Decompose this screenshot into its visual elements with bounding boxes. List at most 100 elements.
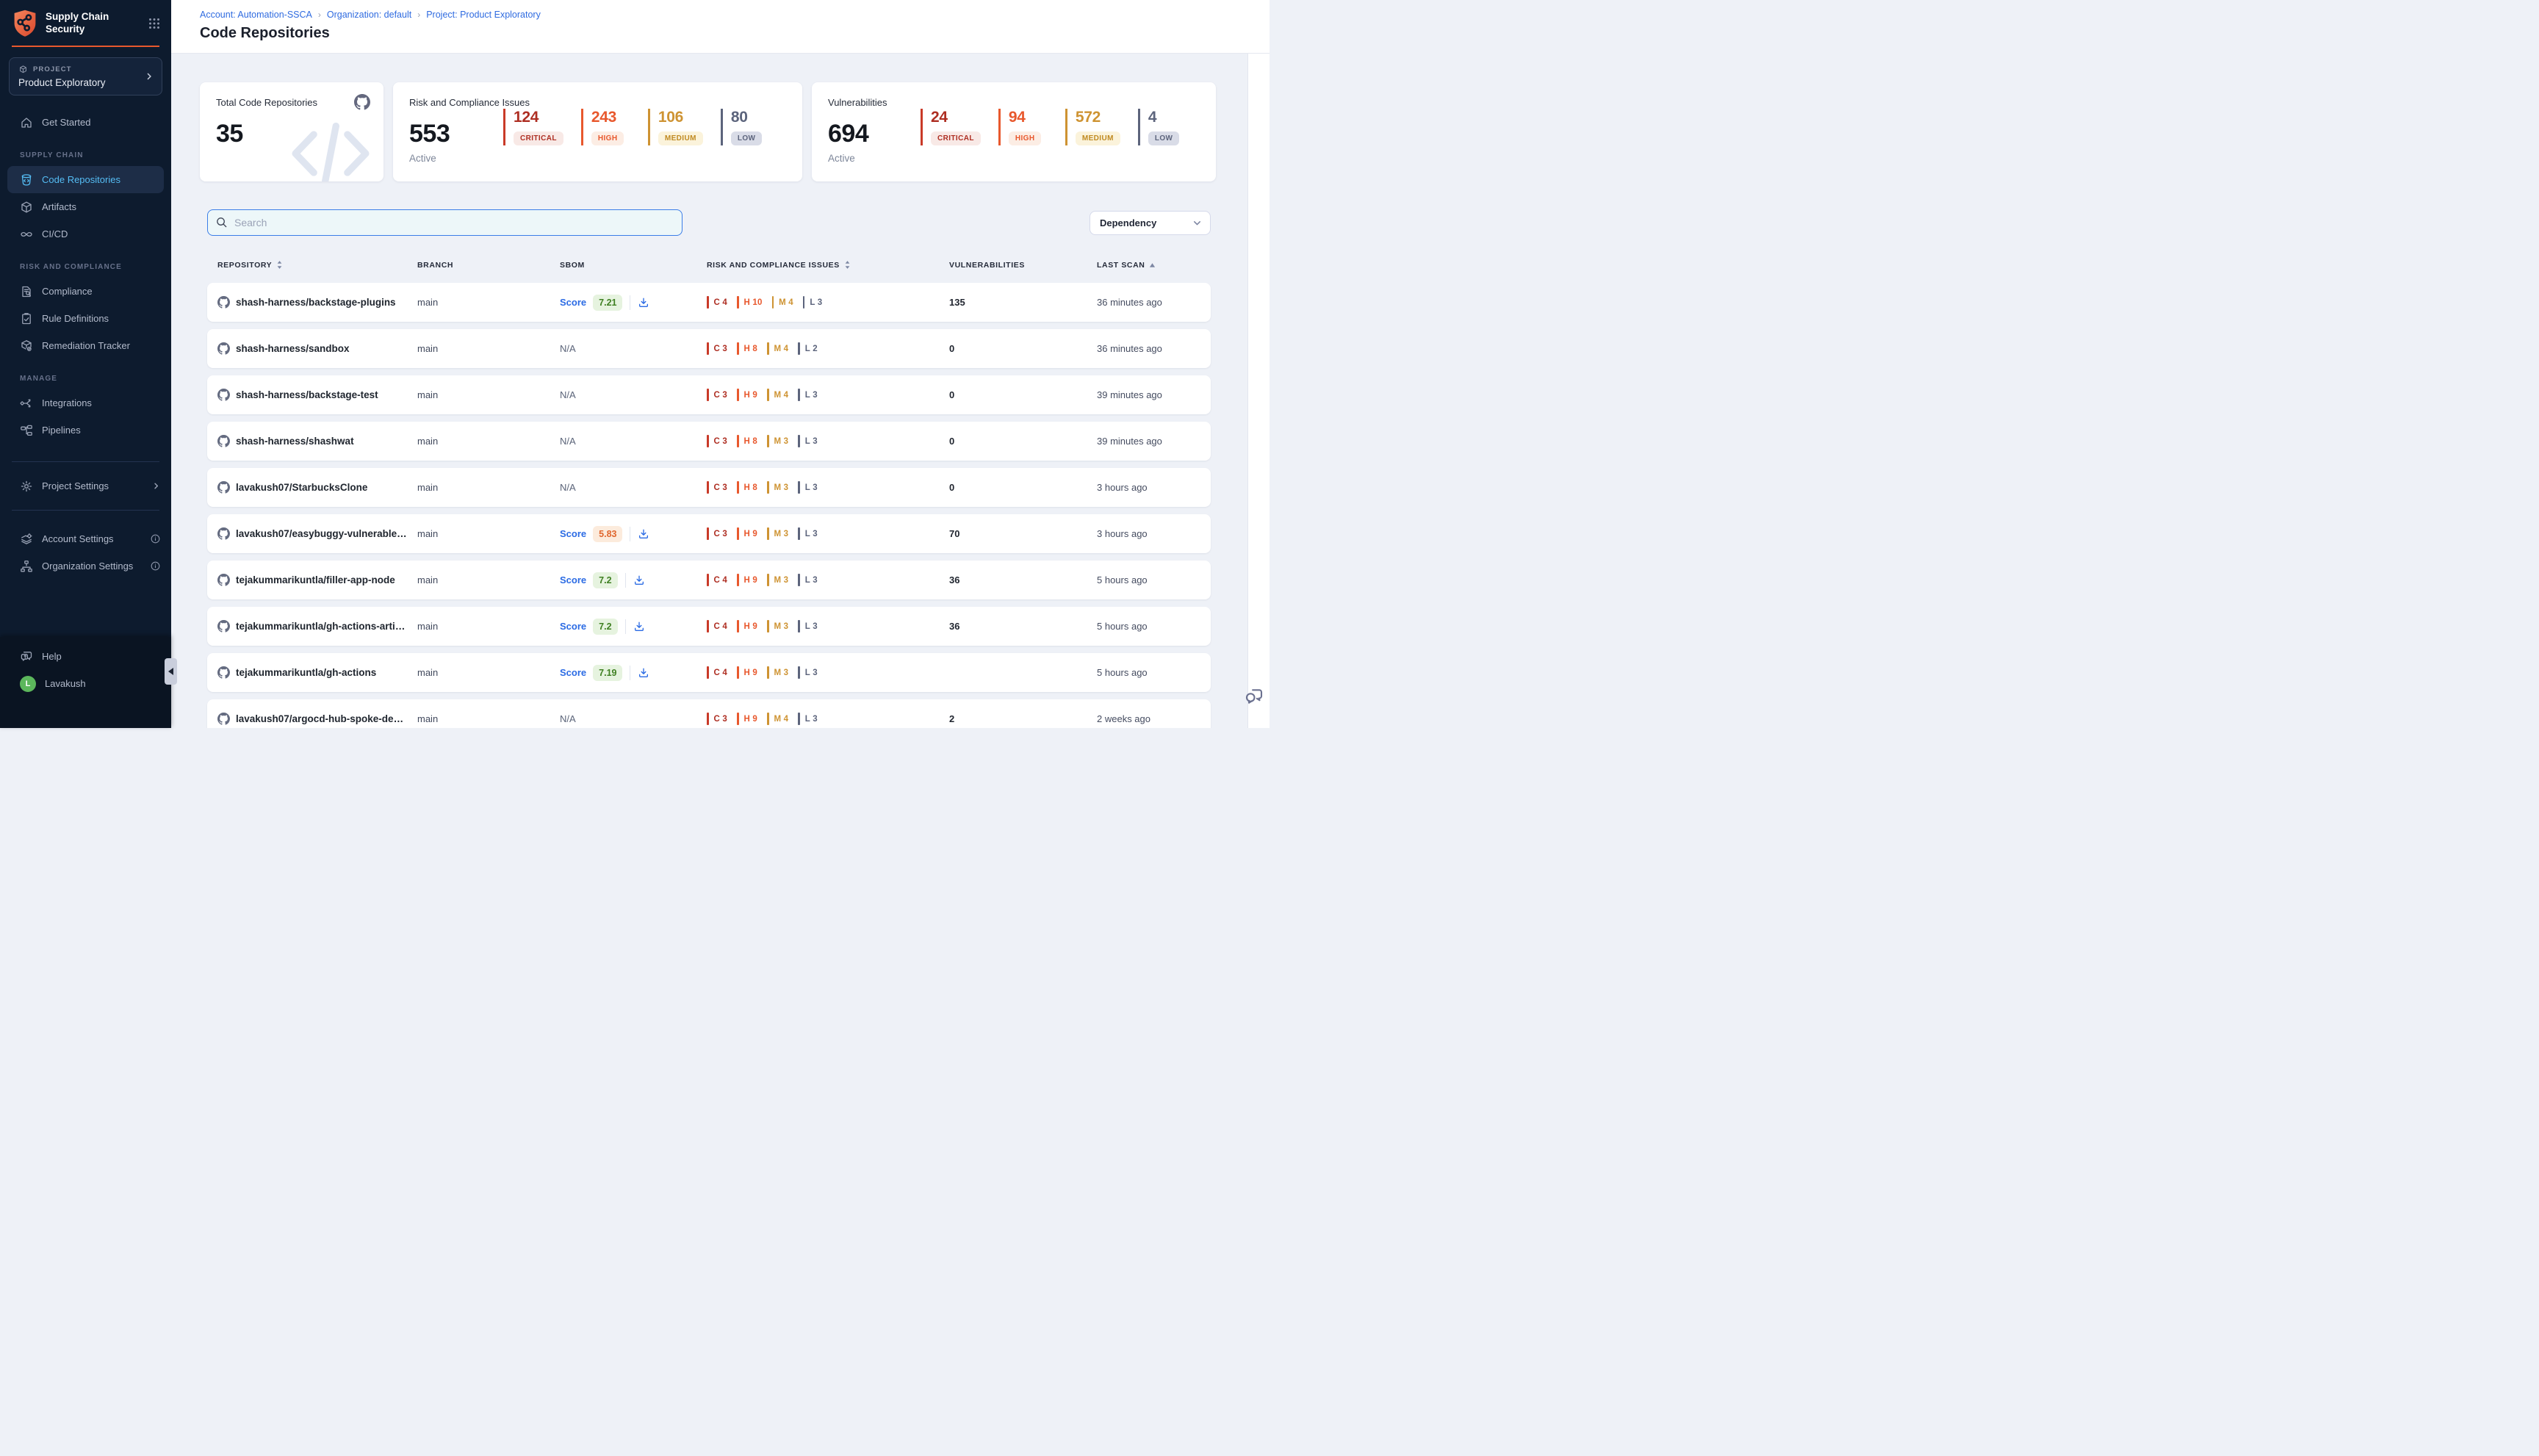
risk-chip-low: L 3 <box>803 296 823 309</box>
breadcrumb-organization-link[interactable]: Organization: default <box>327 10 411 20</box>
sidebar-item-label: CI/CD <box>42 228 68 239</box>
repo-name[interactable]: tejakummarikuntla/gh-actions <box>236 667 376 678</box>
sbom-score-link[interactable]: Score <box>560 297 586 308</box>
help-button[interactable]: Help <box>0 643 171 670</box>
download-sbom-icon[interactable] <box>638 667 649 679</box>
sbom-score-link[interactable]: Score <box>560 621 586 632</box>
column-header-repository[interactable]: REPOSITORY <box>217 260 417 270</box>
code-watermark-icon <box>284 115 378 181</box>
repo-name[interactable]: lavakush07/argocd-hub-spoke-demo <box>236 713 407 724</box>
repo-name[interactable]: lavakush07/StarbucksClone <box>236 482 367 493</box>
severity-label-badge: LOW <box>731 131 763 145</box>
risk-chip-critical: C 3 <box>707 389 727 401</box>
info-icon[interactable] <box>150 561 161 572</box>
last-scan-cell: 2 weeks ago <box>1097 713 1200 724</box>
repo-name[interactable]: shash-harness/backstage-plugins <box>236 297 396 308</box>
chevron-right-icon <box>144 71 154 82</box>
repo-name[interactable]: shash-harness/sandbox <box>236 343 350 354</box>
chat-bubbles-icon[interactable] <box>1243 685 1265 707</box>
sidebar-collapse-handle[interactable] <box>165 658 177 685</box>
risk-chip-medium: M 4 <box>767 389 788 401</box>
repo-name[interactable]: shash-harness/shashwat <box>236 436 354 447</box>
last-scan-cell: 36 minutes ago <box>1097 297 1200 308</box>
table-row[interactable]: lavakush07/easybuggy-vulnerable-app...ma… <box>207 514 1211 553</box>
sidebar-item-rule-definitions[interactable]: Rule Definitions <box>0 305 171 332</box>
risk-chip-critical: C 4 <box>707 574 727 586</box>
column-header-branch[interactable]: BRANCH <box>417 261 560 270</box>
table-row[interactable]: tejakummarikuntla/filler-app-nodemainSco… <box>207 561 1211 599</box>
dependency-filter-dropdown[interactable]: Dependency <box>1090 211 1211 235</box>
vulnerabilities-card: Vulnerabilities 694 Active 24CRITICAL94H… <box>812 82 1216 181</box>
help-chat-icon <box>20 650 33 663</box>
repo-name[interactable]: lavakush07/easybuggy-vulnerable-app... <box>236 528 407 539</box>
repo-name[interactable]: tejakummarikuntla/gh-actions-artifacts <box>236 621 407 632</box>
sbom-na: N/A <box>560 713 576 724</box>
table-row[interactable]: shash-harness/backstage-testmainN/AC 3H … <box>207 375 1211 414</box>
table-row[interactable]: shash-harness/backstage-plugins mainScore… <box>207 283 1211 322</box>
risk-severity-tiles: 124CRITICAL243HIGH106MEDIUM80LOW <box>503 109 788 145</box>
sbom-score-link[interactable]: Score <box>560 667 586 678</box>
sidebar-item-label: Code Repositories <box>42 174 120 185</box>
compliance-icon <box>20 285 33 298</box>
sidebar-item-remediation-tracker[interactable]: Remediation Tracker <box>0 332 171 359</box>
sbom-score-link[interactable]: Score <box>560 574 586 585</box>
code-repo-icon <box>20 173 33 187</box>
sidebar-item-ci-cd[interactable]: CI/CD <box>0 220 171 248</box>
sbom-score-link[interactable]: Score <box>560 528 586 539</box>
sbom-score-badge: 7.21 <box>593 295 622 311</box>
org-chart-icon <box>20 560 33 573</box>
download-sbom-icon[interactable] <box>638 528 649 540</box>
column-header-last-scan[interactable]: LAST SCAN <box>1097 261 1200 270</box>
sidebar-item-compliance[interactable]: Compliance <box>0 278 171 305</box>
download-sbom-icon[interactable] <box>633 621 645 633</box>
breadcrumb-account-link[interactable]: Account: Automation-SSCA <box>200 10 312 20</box>
severity-tile-critical: 124CRITICAL <box>503 109 563 145</box>
divider <box>12 461 159 462</box>
github-icon <box>217 666 230 679</box>
repo-name[interactable]: shash-harness/backstage-test <box>236 389 378 400</box>
download-sbom-icon[interactable] <box>633 574 645 586</box>
column-header-vulnerabilities[interactable]: VULNERABILITIES <box>949 261 1097 270</box>
repo-cell: lavakush07/StarbucksClone <box>217 481 417 494</box>
risk-chip-medium: M 3 <box>767 574 788 586</box>
sidebar-item-pipelines[interactable]: Pipelines <box>0 417 171 444</box>
branch-cell: main <box>417 621 560 632</box>
column-header-risk[interactable]: RISK AND COMPLIANCE ISSUES <box>707 260 949 270</box>
search-input[interactable] <box>207 209 683 236</box>
avatar: L <box>20 676 36 692</box>
project-label: PROJECT <box>33 65 72 73</box>
active-label: Active <box>409 153 786 164</box>
table-row[interactable]: shash-harness/shashwatmainN/AC 3H 8M 3L … <box>207 422 1211 461</box>
chevron-down-icon <box>1192 217 1203 228</box>
repo-name[interactable]: tejakummarikuntla/filler-app-node <box>236 574 395 585</box>
severity-count: 572 <box>1076 109 1120 126</box>
sidebar-item-account-settings[interactable]: Account Settings <box>0 525 171 552</box>
sidebar-item-get-started[interactable]: Get Started <box>0 109 171 136</box>
column-header-sbom[interactable]: SBOM <box>560 261 707 270</box>
sidebar-item-code-repositories[interactable]: Code Repositories <box>7 166 164 193</box>
user-menu[interactable]: L Lavakush <box>0 670 171 697</box>
table-row[interactable]: tejakummarikuntla/gh-actions-artifacts ma… <box>207 607 1211 646</box>
table-row[interactable]: shash-harness/sandboxmainN/AC 3H 8M 4L 2… <box>207 329 1211 368</box>
breadcrumb-project-link[interactable]: Project: Product Exploratory <box>426 10 541 20</box>
table-row[interactable]: tejakummarikuntla/gh-actionsmainScore7.1… <box>207 653 1211 692</box>
table-row[interactable]: lavakush07/StarbucksClonemainN/AC 3H 8M … <box>207 468 1211 507</box>
scroll-gutter[interactable] <box>1247 54 1270 728</box>
github-icon <box>217 620 230 633</box>
branch-cell: main <box>417 297 560 308</box>
filter-value: Dependency <box>1100 217 1156 228</box>
table-row[interactable]: lavakush07/argocd-hub-spoke-demomainN/AC… <box>207 699 1211 728</box>
sidebar-item-label: Account Settings <box>42 533 114 544</box>
sidebar-item-organization-settings[interactable]: Organization Settings <box>0 552 171 580</box>
project-selector[interactable]: PROJECT Product Exploratory <box>9 57 162 95</box>
risk-issues-cell: C 4H 9M 3L 3 <box>707 620 949 633</box>
info-icon[interactable] <box>150 533 161 544</box>
download-sbom-icon[interactable] <box>638 297 649 309</box>
branch-cell: main <box>417 667 560 678</box>
module-grid-icon[interactable] <box>148 17 161 30</box>
sbom-na: N/A <box>560 482 576 493</box>
sidebar-item-artifacts[interactable]: Artifacts <box>0 193 171 220</box>
sidebar-item-integrations[interactable]: Integrations <box>0 389 171 417</box>
sidebar-item-project-settings[interactable]: Project Settings <box>0 472 171 500</box>
risk-chip-high: H 8 <box>737 481 757 494</box>
